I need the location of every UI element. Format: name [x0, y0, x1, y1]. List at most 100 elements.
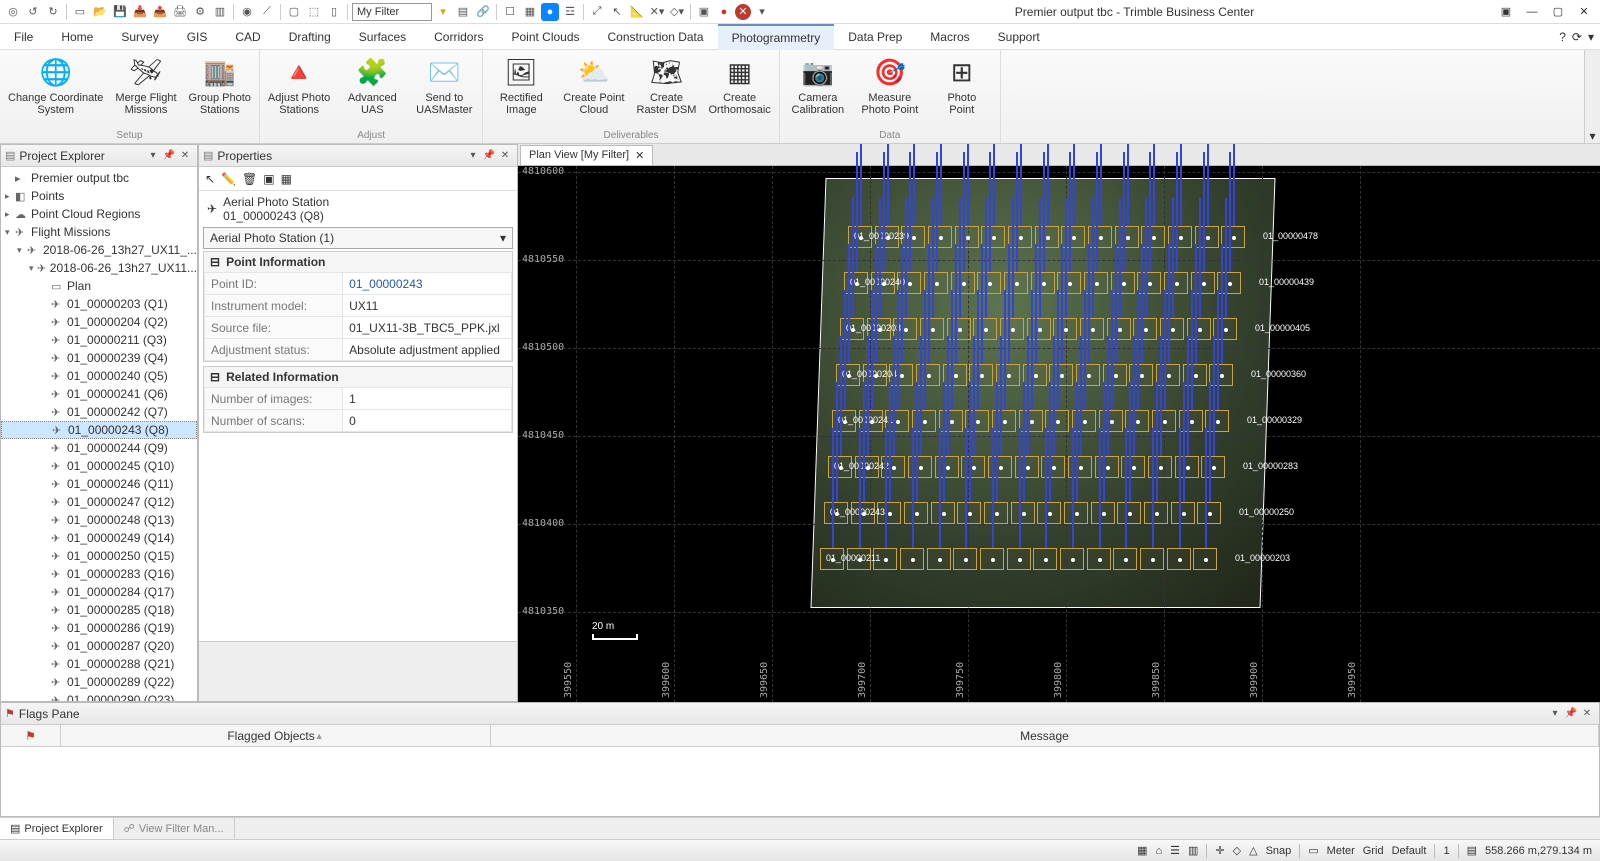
panel-close-icon[interactable]: ✕ [497, 150, 513, 161]
tab-cad[interactable]: CAD [221, 24, 274, 49]
tree-row[interactable]: ✈01_00000289 (Q22) [1, 673, 197, 691]
prop-value[interactable]: 01_00000243 [343, 273, 512, 295]
save-icon[interactable]: 💾 [111, 3, 129, 21]
undo-icon[interactable]: ↺ [24, 3, 42, 21]
plan-view-canvas[interactable]: 20 m 48106004810550481050048104504810400… [518, 166, 1600, 702]
tab-data-prep[interactable]: Data Prep [834, 24, 916, 49]
plan-view[interactable]: Plan View [My Filter] ✕ 20 m 48106004810… [518, 144, 1600, 702]
status-report-icon[interactable]: ▤ [1467, 844, 1477, 857]
ribbon-item-advanced[interactable]: 🧩AdvancedUAS [342, 54, 402, 128]
tree-row[interactable]: ✈01_00000243 (Q8) [1, 421, 197, 439]
tree-row[interactable]: ✈01_00000286 (Q19) [1, 619, 197, 637]
tree-row[interactable]: ✈01_00000248 (Q13) [1, 511, 197, 529]
ribbon-collapse-button[interactable]: ▾ [1584, 50, 1600, 143]
snap-icon[interactable]: ✕▾ [648, 3, 666, 21]
layers-icon[interactable]: ▥ [211, 3, 229, 21]
panel-pin-icon[interactable]: 📌 [161, 150, 177, 161]
panel-close-icon[interactable]: ✕ [177, 150, 193, 161]
status-page-icon[interactable]: ▭ [1308, 844, 1318, 857]
win-minimize-icon[interactable]: — [1520, 3, 1544, 21]
tree-row[interactable]: ▭Plan [1, 277, 197, 295]
toggle-icon[interactable]: ● [541, 3, 559, 21]
cursor-icon[interactable]: ↖ [608, 3, 626, 21]
import-icon[interactable]: 📥 [131, 3, 149, 21]
view-3d-icon[interactable]: ⬚ [305, 3, 323, 21]
filter-combo[interactable]: My Filter [352, 3, 432, 21]
status-surface-icon[interactable]: △ [1249, 844, 1257, 857]
prop-tool-icon[interactable]: 🗑 [242, 172, 257, 186]
prop-value[interactable]: 0 [343, 410, 512, 432]
error-icon[interactable]: ✕ [735, 4, 751, 20]
tab-corridors[interactable]: Corridors [420, 24, 497, 49]
tree-row[interactable]: ✈01_00000284 (Q17) [1, 583, 197, 601]
grid-icon[interactable]: ▦ [521, 3, 539, 21]
col-flagged-objects[interactable]: Flagged Objects ▲ [61, 725, 491, 746]
link-icon[interactable]: 🔗 [474, 3, 492, 21]
status-grid-icon[interactable]: ▦ [1137, 844, 1147, 857]
panel-menu-icon[interactable]: ▾ [1547, 708, 1563, 719]
tree-row[interactable]: ✈01_00000283 (Q16) [1, 565, 197, 583]
prop-value[interactable]: 1 [343, 388, 512, 410]
sheet-icon[interactable]: ▯ [325, 3, 343, 21]
help-icon[interactable]: ? [1559, 30, 1566, 44]
ribbon-item-photo[interactable]: ⊞PhotoPoint [932, 54, 992, 128]
status-snap-button[interactable]: Snap [1266, 845, 1292, 857]
status-units[interactable]: Meter [1327, 845, 1355, 857]
tree-row[interactable]: ▸◧Points [1, 187, 197, 205]
filter-manager-icon[interactable]: ▤ [454, 3, 472, 21]
ribbon-item-adjust-photo[interactable]: 🔺Adjust PhotoStations [268, 54, 330, 128]
tree-row[interactable]: ✈01_00000240 (Q5) [1, 367, 197, 385]
tab-macros[interactable]: Macros [916, 24, 983, 49]
tab-point-clouds[interactable]: Point Clouds [497, 24, 593, 49]
tree-row[interactable]: ▾✈2018-06-26_13h27_UX11_... [1, 241, 197, 259]
tree-row[interactable]: ▸Premier output tbc [1, 169, 197, 187]
tree-row[interactable]: ✈01_00000247 (Q12) [1, 493, 197, 511]
close-icon[interactable]: ✕ [635, 149, 644, 162]
tree-row[interactable]: ✈01_00000211 (Q3) [1, 331, 197, 349]
prop-value[interactable]: Absolute adjustment applied [343, 339, 512, 361]
bars-icon[interactable]: ☲ [561, 3, 579, 21]
open-icon[interactable]: 📂 [91, 3, 109, 21]
ribbon-item-change-coordinate[interactable]: 🌐Change CoordinateSystem [8, 54, 103, 128]
prop-section-header[interactable]: ⊟Point Information [204, 252, 512, 272]
expand-icon[interactable]: ▸ [5, 209, 15, 220]
status-endpoint-icon[interactable]: ◇ [1233, 844, 1241, 857]
prop-tool-icon[interactable]: ↖ [205, 172, 215, 186]
qat-app-icon[interactable]: ◎ [4, 3, 22, 21]
col-message[interactable]: Message [491, 725, 1599, 746]
ribbon-item-measure[interactable]: 🎯MeasurePhoto Point [860, 54, 920, 128]
tree-row[interactable]: ✈01_00000288 (Q21) [1, 655, 197, 673]
refresh-icon[interactable]: ⟳ [1572, 30, 1582, 44]
tab-gis[interactable]: GIS [173, 24, 222, 49]
ribbon-item-camera[interactable]: 📷CameraCalibration [788, 54, 848, 128]
ribbon-item-group-photo[interactable]: 🏬Group PhotoStations [189, 54, 251, 128]
ribbon-item-create-point[interactable]: ⛅Create PointCloud [563, 54, 624, 128]
ribbon-item-create[interactable]: 🗺CreateRaster DSM [636, 54, 696, 128]
panel-pin-icon[interactable]: 📌 [481, 150, 497, 161]
tab-file[interactable]: File [0, 24, 47, 49]
prop-tool-icon[interactable]: ✏️ [221, 172, 236, 186]
tab-construction-data[interactable]: Construction Data [594, 24, 718, 49]
view-2d-icon[interactable]: ▢ [285, 3, 303, 21]
prop-tool-icon[interactable]: ▦ [281, 172, 292, 186]
panel-menu-icon[interactable]: ▾ [145, 150, 161, 161]
tab-drafting[interactable]: Drafting [275, 24, 345, 49]
ribbon-item-send-to[interactable]: ✉️Send toUASMaster [414, 54, 474, 128]
tree-row[interactable]: ✈01_00000244 (Q9) [1, 439, 197, 457]
ribbon-item-rectified[interactable]: 🖼RectifiedImage [491, 54, 551, 128]
tree-row[interactable]: ✈01_00000250 (Q15) [1, 547, 197, 565]
properties-combo[interactable]: Aerial Photo Station (1) ▾ [203, 227, 513, 249]
ribbon-item-merge-flight[interactable]: 🛩Merge FlightMissions [115, 54, 176, 128]
tree-row[interactable]: ▾✈Flight Missions [1, 223, 197, 241]
kite-icon[interactable]: ◇▾ [668, 3, 686, 21]
expand-icon[interactable]: ▾ [17, 245, 27, 256]
plan-view-tab[interactable]: Plan View [My Filter] ✕ [520, 145, 653, 165]
zoom-extents-icon[interactable]: ⤢ [588, 3, 606, 21]
tree-row[interactable]: ✈01_00000241 (Q6) [1, 385, 197, 403]
tab-home[interactable]: Home [47, 24, 107, 49]
tab-view-filter-manager[interactable]: ☍ View Filter Man... [114, 818, 235, 839]
tab-project-explorer[interactable]: ▤ Project Explorer [0, 818, 114, 839]
tree-row[interactable]: ▾✈2018-06-26_13h27_UX11... [1, 259, 197, 277]
tree-row[interactable]: ✈01_00000245 (Q10) [1, 457, 197, 475]
tree-row[interactable]: ✈01_00000239 (Q4) [1, 349, 197, 367]
